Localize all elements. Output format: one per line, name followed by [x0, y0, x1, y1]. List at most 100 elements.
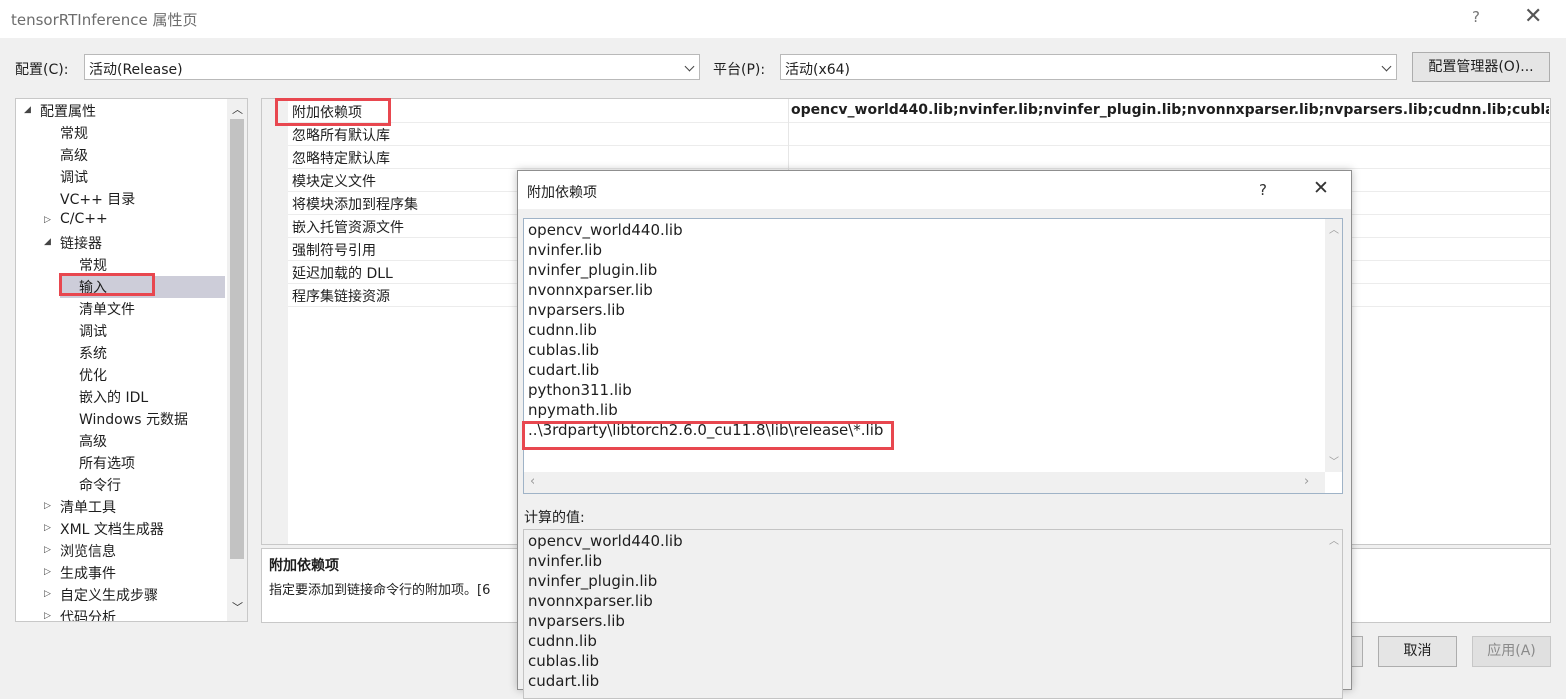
property-row[interactable]: 忽略所有默认库: [288, 123, 1550, 146]
property-name: 延迟加载的 DLL: [292, 266, 393, 282]
tree-item[interactable]: 常规: [79, 255, 107, 275]
title-bar: tensorRTInference 属性页 ? ✕: [0, 0, 1566, 38]
dialog-title-bar: 附加依赖项 ? ✕: [518, 171, 1351, 209]
chevron-down-icon: [684, 61, 695, 72]
cancel-button[interactable]: 取消: [1378, 636, 1457, 667]
tree-item[interactable]: 清单文件: [79, 299, 135, 319]
grid-margin: [262, 99, 288, 544]
dependency-line: cublas.lib: [528, 341, 600, 359]
dialog-help-icon[interactable]: ?: [1259, 181, 1267, 199]
dialog-title: 附加依赖项: [527, 185, 597, 201]
computed-line: cudart.lib: [528, 672, 600, 690]
collapsed-icon[interactable]: ▷: [44, 545, 51, 555]
platform-combo[interactable]: 活动(x64): [780, 54, 1397, 80]
property-name: 忽略特定默认库: [292, 151, 390, 167]
tree-item[interactable]: 常规: [60, 123, 88, 143]
tree-item[interactable]: Windows 元数据: [79, 409, 188, 429]
tree-item[interactable]: 调试: [79, 321, 107, 341]
tree-item[interactable]: 生成事件: [60, 563, 116, 583]
config-label: 配置(C):: [15, 62, 69, 78]
tree-item[interactable]: 高级: [60, 145, 88, 165]
computed-line: cublas.lib: [528, 652, 600, 670]
help-icon[interactable]: ?: [1472, 8, 1480, 26]
property-name: 程序集链接资源: [292, 289, 390, 305]
tree-item[interactable]: 链接器: [60, 233, 102, 253]
dependency-line: python311.lib: [528, 381, 632, 399]
tree-item[interactable]: 自定义生成步骤: [60, 585, 158, 605]
computed-values-box: opencv_world440.lib nvinfer.lib nvinfer_pl…: [523, 529, 1343, 699]
tree-vscroll[interactable]: ︿ ﹀: [227, 99, 247, 621]
expanded-icon[interactable]: ◢: [24, 105, 31, 115]
dialog-close-icon[interactable]: ✕: [1313, 177, 1329, 199]
property-tree: ◢ 配置属性 常规 高级 调试 VC++ 目录 ▷ C/C++ ◢ 链接器 常规 输入 清单文件 调试 系统…: [15, 98, 248, 622]
window-title: tensorRTInference 属性页: [11, 11, 198, 29]
scroll-down-icon[interactable]: ﹀: [232, 599, 243, 615]
collapsed-icon[interactable]: ▷: [44, 501, 51, 511]
property-row[interactable]: 附加依赖项 opencv_world440.lib;nvinfer.lib;nvi…: [288, 100, 1550, 123]
dependency-line: cudnn.lib: [528, 321, 597, 339]
property-name: 强制符号引用: [292, 243, 376, 259]
tree-item[interactable]: 浏览信息: [60, 541, 116, 561]
platform-label: 平台(P):: [713, 62, 766, 78]
property-row[interactable]: 忽略特定默认库: [288, 146, 1550, 169]
tree-item[interactable]: 所有选项: [79, 453, 135, 473]
scroll-up-icon[interactable]: ︿: [232, 101, 243, 117]
tree-item[interactable]: 代码分析: [60, 607, 116, 621]
property-name: 将模块添加到程序集: [292, 197, 418, 213]
scroll-down-icon[interactable]: ﹀: [1329, 453, 1339, 468]
config-manager-button[interactable]: 配置管理器(O)...: [1412, 52, 1550, 82]
computed-line: nvonnxparser.lib: [528, 592, 653, 610]
property-name: 模块定义文件: [292, 174, 376, 190]
computed-vscroll[interactable]: ︿: [1325, 530, 1342, 698]
dependency-line: nvinfer.lib: [528, 241, 602, 259]
collapsed-icon[interactable]: ▷: [44, 567, 51, 577]
config-value: 活动(Release): [89, 62, 183, 78]
tree-item[interactable]: 优化: [79, 365, 107, 385]
tree-item[interactable]: VC++ 目录: [60, 189, 135, 209]
scroll-thumb[interactable]: [230, 119, 244, 559]
platform-value: 活动(x64): [785, 62, 851, 78]
tree-item[interactable]: 嵌入的 IDL: [79, 387, 148, 407]
collapsed-icon[interactable]: ▷: [44, 215, 51, 225]
collapsed-icon[interactable]: ▷: [44, 523, 51, 533]
tree-item[interactable]: C/C++: [60, 211, 108, 227]
property-name: 嵌入托管资源文件: [292, 220, 404, 236]
computed-line: nvparsers.lib: [528, 612, 625, 630]
dependencies-editor[interactable]: opencv_world440.lib nvinfer.lib nvinfer_pl…: [523, 218, 1343, 494]
highlight-box: [59, 273, 155, 296]
collapsed-icon[interactable]: ▷: [44, 589, 51, 599]
tree-item[interactable]: XML 文档生成器: [60, 519, 164, 539]
tree-item[interactable]: 高级: [79, 431, 107, 451]
dependency-line: cudart.lib: [528, 361, 600, 379]
description-text: 指定要添加到链接命令行的附加项。[6: [269, 583, 491, 598]
computed-line: cudnn.lib: [528, 632, 597, 650]
tree-item[interactable]: 调试: [60, 167, 88, 187]
tree-item[interactable]: 清单工具: [60, 497, 116, 517]
additional-dependencies-dialog: 附加依赖项 ? ✕ opencv_world440.lib nvinfer.lib…: [517, 170, 1352, 699]
tree-item[interactable]: 系统: [79, 343, 107, 363]
computed-line: nvinfer.lib: [528, 552, 602, 570]
tree-item[interactable]: 命令行: [79, 475, 121, 495]
apply-button[interactable]: 应用(A): [1472, 636, 1551, 667]
scroll-up-icon[interactable]: ︿: [1329, 532, 1339, 547]
collapsed-icon[interactable]: ▷: [44, 611, 51, 621]
dependency-line: nvinfer_plugin.lib: [528, 261, 658, 279]
dependency-line: opencv_world440.lib: [528, 221, 683, 239]
highlight-box: [522, 421, 894, 450]
computed-line: nvinfer_plugin.lib: [528, 572, 658, 590]
scroll-up-icon[interactable]: ︿: [1329, 221, 1339, 236]
description-title: 附加依赖项: [269, 558, 339, 574]
computed-label: 计算的值:: [524, 510, 585, 526]
dependency-line: nvonnxparser.lib: [528, 281, 653, 299]
close-icon[interactable]: ✕: [1524, 4, 1542, 29]
computed-line: opencv_world440.lib: [528, 532, 683, 550]
scroll-right-icon[interactable]: ›: [1304, 474, 1309, 489]
scroll-left-icon[interactable]: ‹: [530, 474, 535, 489]
expanded-icon[interactable]: ◢: [44, 237, 51, 247]
dependency-line: nvparsers.lib: [528, 301, 625, 319]
config-combo[interactable]: 活动(Release): [84, 54, 700, 80]
chevron-down-icon: [1381, 61, 1392, 72]
editor-hscroll[interactable]: ‹ ›: [524, 472, 1325, 493]
tree-item[interactable]: 配置属性: [40, 101, 96, 121]
editor-vscroll[interactable]: ︿ ﹀: [1325, 219, 1342, 472]
